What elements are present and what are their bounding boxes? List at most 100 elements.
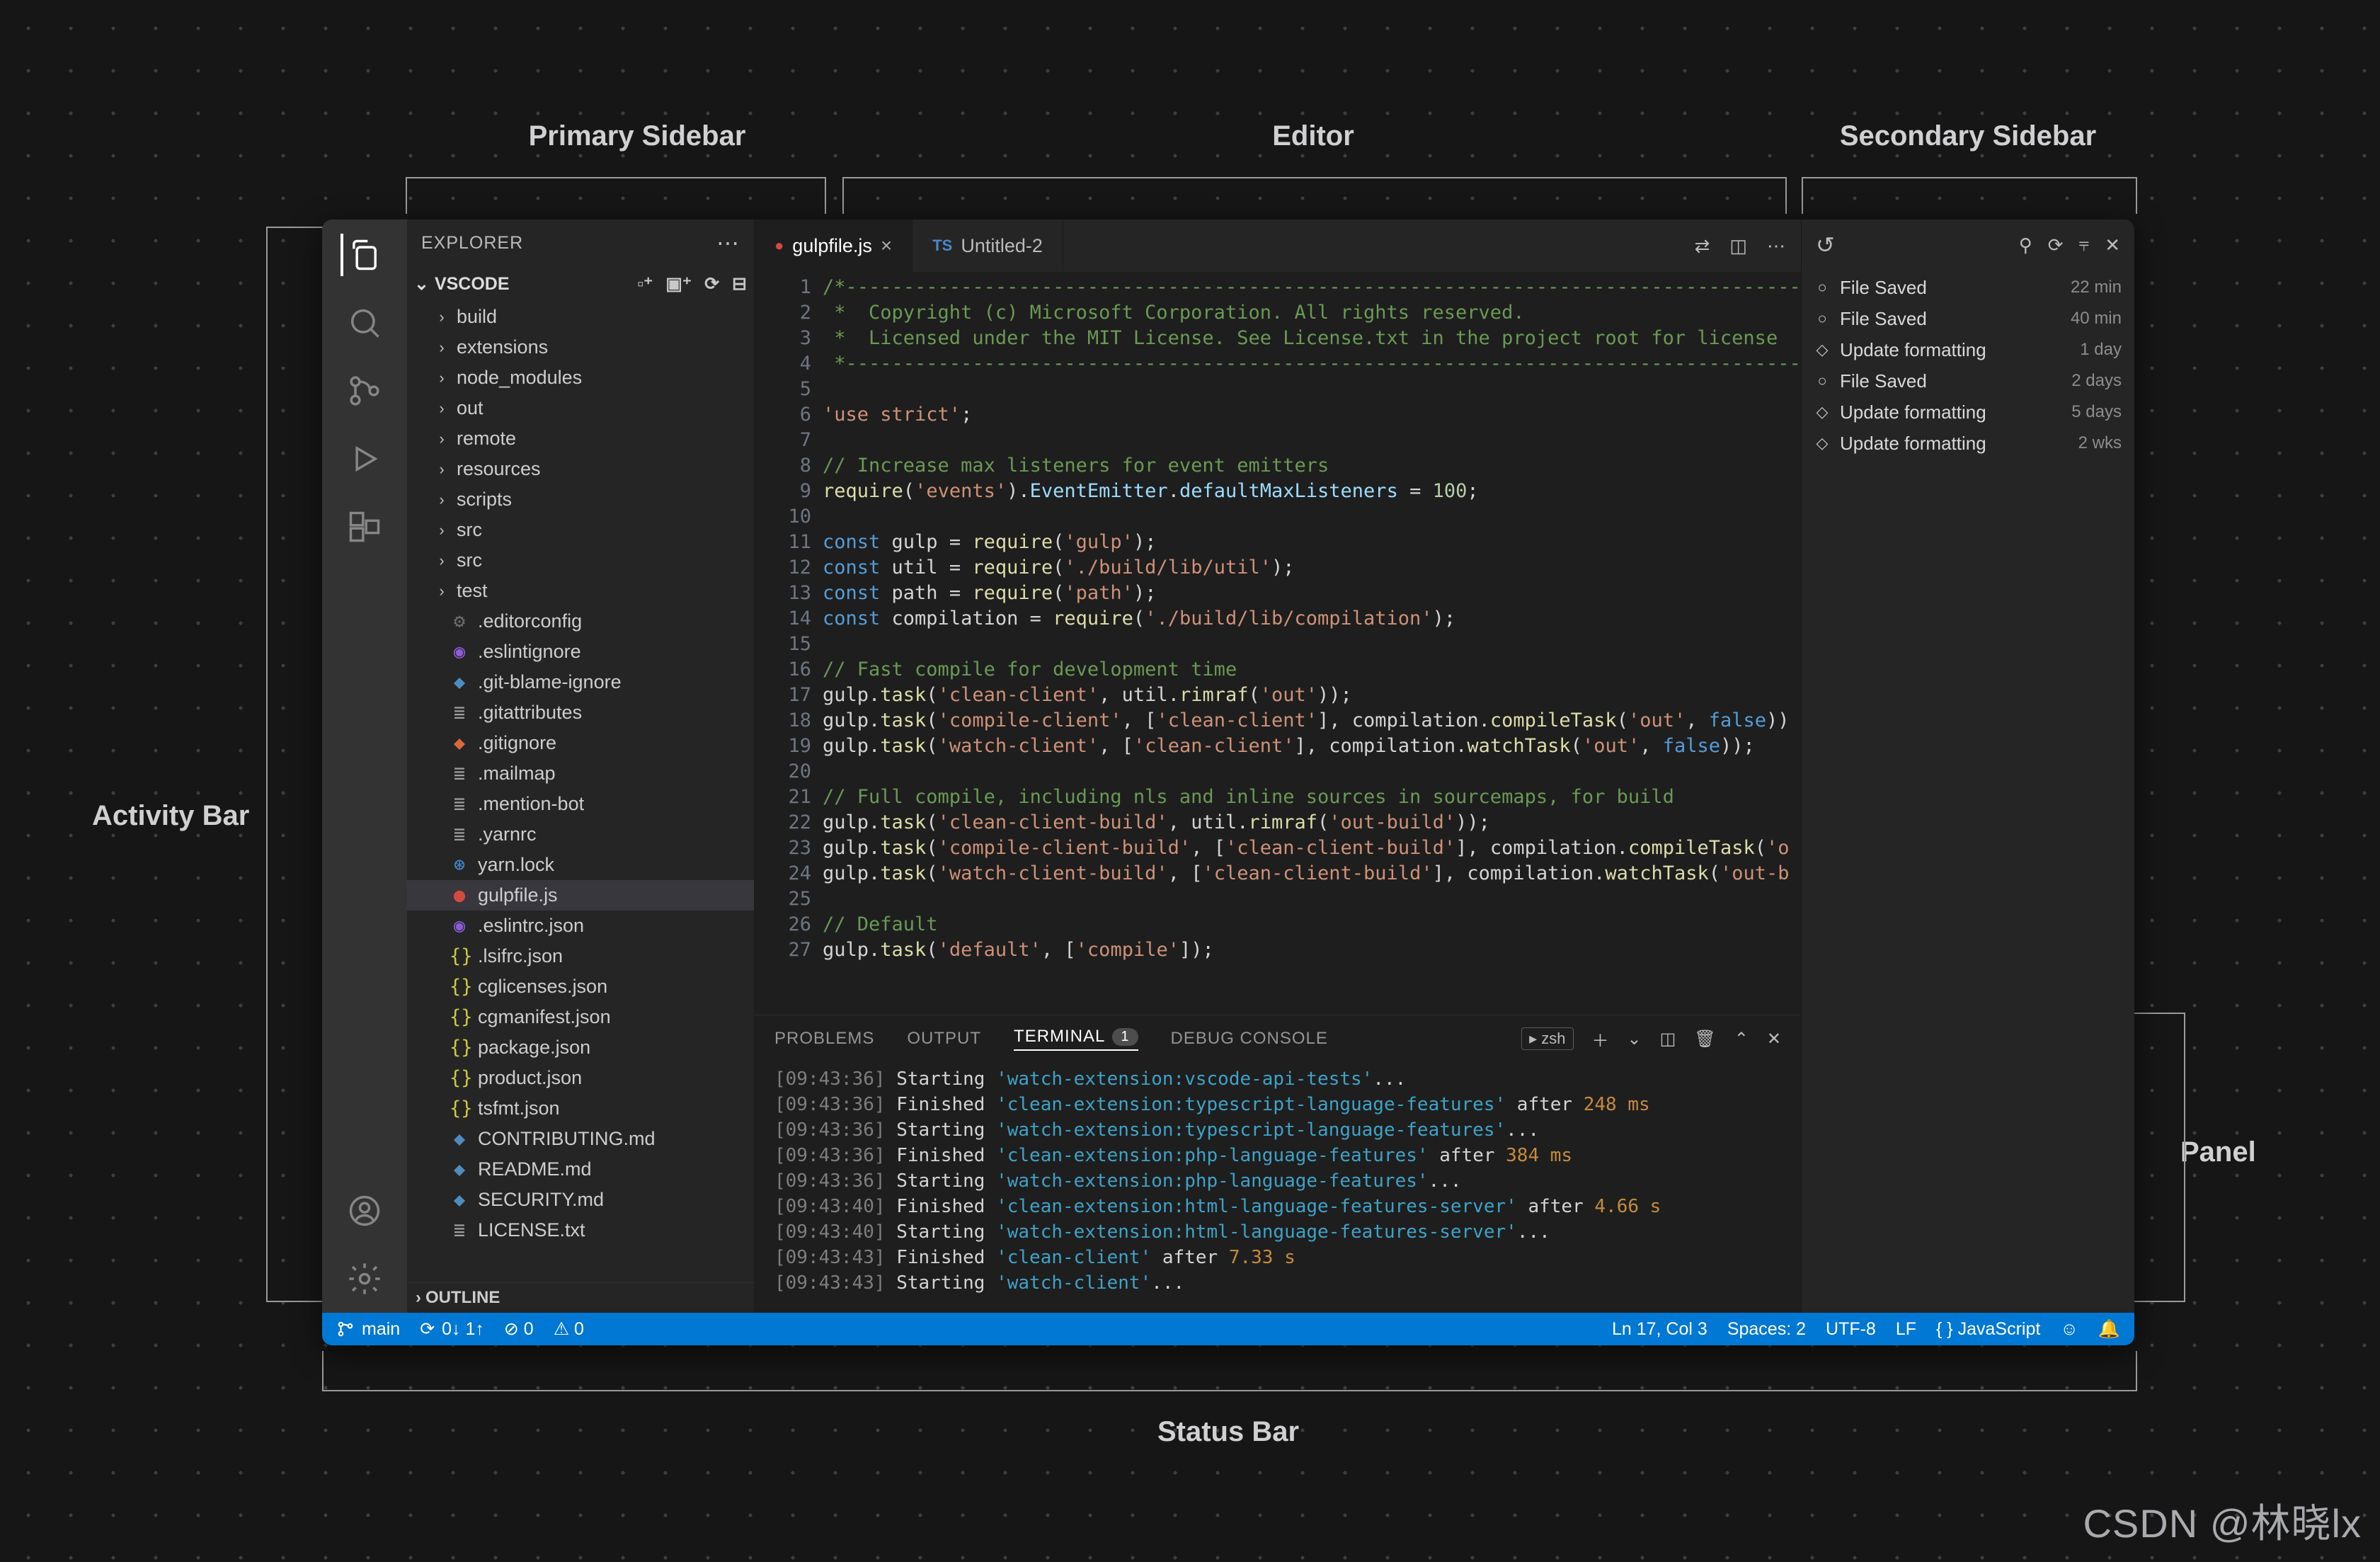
split-editor-icon[interactable]: ◫ [1729,235,1747,257]
file-type-icon: ⊛ [450,854,469,876]
folder-row[interactable]: ›test [407,576,754,606]
run-debug-icon[interactable] [343,438,386,480]
source-control-icon[interactable] [343,370,386,412]
file-type-icon: ◆ [450,1189,469,1211]
folder-label: src [457,519,482,541]
timeline-item[interactable]: ◇Update formatting2 wks [1814,428,2122,459]
new-terminal-icon[interactable]: ＋ [1592,1027,1609,1051]
file-row[interactable]: {}cgmanifest.json [407,1002,754,1032]
editor-tab[interactable]: TSUntitled-2 [912,220,1063,272]
timeline-item[interactable]: ◇Update formatting1 day [1814,334,2122,365]
pin-icon[interactable]: ⚲ [2019,234,2032,256]
folder-row[interactable]: ›scripts [407,484,754,515]
file-row[interactable]: ◆.gitignore [407,728,754,758]
terminal-profile[interactable]: ▸ zsh [1521,1027,1573,1050]
collapse-icon[interactable]: ⊟ [732,273,747,295]
new-folder-icon[interactable]: ▣⁺ [665,273,692,295]
file-row[interactable]: {}.lsifrc.json [407,941,754,971]
panel-tab[interactable]: TERMINAL1 [1014,1027,1138,1051]
activity-bar [322,220,407,1313]
compare-icon[interactable]: ⇄ [1695,235,1710,257]
panel-maximize-icon[interactable]: ⌃ [1734,1029,1749,1049]
timeline-item[interactable]: ○File Saved40 min [1814,303,2122,334]
file-type-icon: {} [450,1067,469,1089]
file-label: SECURITY.md [478,1189,604,1211]
file-row[interactable]: ◆.git-blame-ignore [407,667,754,697]
file-label: product.json [478,1067,582,1089]
status-sync[interactable]: ⟳ 0↓ 1↑ [420,1318,484,1340]
panel-tab[interactable]: PROBLEMS [774,1029,874,1049]
folder-label: resources [457,458,541,480]
close-secondary-icon[interactable]: ✕ [2105,234,2120,256]
explorer-icon[interactable] [341,234,386,276]
file-row[interactable]: ◉.eslintignore [407,637,754,667]
file-row[interactable]: ●gulpfile.js [407,880,754,911]
file-row[interactable]: ≣.mailmap [407,758,754,789]
settings-gear-icon[interactable] [343,1258,386,1300]
refresh-timeline-icon[interactable]: ⟳ [2048,234,2064,256]
file-row[interactable]: ≣.yarnrc [407,819,754,850]
folder-row[interactable]: ›src [407,515,754,545]
file-row[interactable]: ≣LICENSE.txt [407,1215,754,1245]
status-cursor[interactable]: Ln 17, Col 3 [1612,1319,1707,1340]
code-editor[interactable]: 1234567891011121314151617181920212223242… [755,272,1801,1015]
folder-row[interactable]: ›remote [407,423,754,454]
file-row[interactable]: {}package.json [407,1032,754,1063]
project-section-header[interactable]: ⌄ VSCODE ▫⁺ ▣⁺ ⟳ ⊟ [407,266,754,302]
status-feedback-icon[interactable]: ☺ [2060,1319,2078,1340]
kill-terminal-icon[interactable]: 🗑 [1694,1029,1715,1049]
terminal-dropdown-icon[interactable]: ⌄ [1627,1029,1642,1049]
outline-section[interactable]: › OUTLINE [407,1282,754,1313]
file-row[interactable]: ⚙.editorconfig [407,606,754,637]
timeline-item[interactable]: ◇Update formatting5 days [1814,397,2122,428]
folder-row[interactable]: ›extensions [407,332,754,363]
code-content[interactable]: /*--------------------------------------… [823,272,1801,1015]
file-row[interactable]: ◉.eslintrc.json [407,911,754,941]
extensions-icon[interactable] [343,506,386,548]
status-spaces[interactable]: Spaces: 2 [1727,1319,1806,1340]
more-actions-icon[interactable]: ⋯ [1767,235,1785,257]
file-row[interactable]: {} product.json [407,1063,754,1093]
close-tab-icon[interactable]: × [881,234,892,257]
new-file-icon[interactable]: ▫⁺ [637,273,653,295]
filter-icon[interactable]: ⫧ [2079,234,2090,256]
terminal-output[interactable]: [09:43:36] Starting 'watch-extension:vsc… [755,1062,1801,1313]
accounts-icon[interactable] [343,1190,386,1232]
file-tree[interactable]: ›build›extensions›node_modules›out›remot… [407,302,754,1282]
search-icon[interactable] [343,302,386,344]
status-language[interactable]: { } JavaScript [1936,1319,2040,1340]
folder-row[interactable]: ›src [407,545,754,576]
panel-tab[interactable]: OUTPUT [907,1029,981,1049]
file-row[interactable]: ⊛yarn.lock [407,850,754,880]
status-branch[interactable]: main [336,1319,400,1340]
chevron-right-icon: › [435,460,448,479]
file-label: .yarnrc [478,823,537,845]
refresh-icon[interactable]: ⟳ [704,273,719,295]
file-row[interactable]: ≣.mention-bot [407,789,754,819]
file-row[interactable]: ◆CONTRIBUTING.md [407,1124,754,1154]
folder-row[interactable]: ›out [407,393,754,423]
timeline-history-icon[interactable]: ↺ [1816,232,1835,258]
file-row[interactable]: {}cglicenses.json [407,971,754,1002]
file-label: .mention-bot [478,793,584,815]
file-row[interactable]: ◆ SECURITY.md [407,1185,754,1215]
folder-row[interactable]: › resources [407,454,754,484]
folder-row[interactable]: ›build [407,302,754,332]
folder-row[interactable]: ›node_modules [407,363,754,393]
file-row[interactable]: {}tsfmt.json [407,1093,754,1124]
file-row[interactable]: ≣.gitattributes [407,697,754,728]
file-row[interactable]: ◆README.md [407,1154,754,1185]
editor-tab[interactable]: ●gulpfile.js× [755,220,912,272]
panel-tab[interactable]: DEBUG CONSOLE [1171,1029,1328,1049]
file-label: LICENSE.txt [478,1219,585,1241]
status-eol[interactable]: LF [1896,1319,1916,1340]
status-encoding[interactable]: UTF-8 [1826,1319,1876,1340]
timeline-item[interactable]: ○File Saved2 days [1814,365,2122,397]
status-warnings[interactable]: ⚠ 0 [554,1318,584,1340]
panel-close-icon[interactable]: ✕ [1767,1029,1781,1049]
split-terminal-icon[interactable]: ◫ [1660,1029,1676,1049]
status-errors[interactable]: ⊘ 0 [504,1318,534,1340]
timeline-item[interactable]: ○File Saved22 min [1814,272,2122,303]
explorer-more-icon[interactable]: ⋯ [716,229,740,256]
status-bell-icon[interactable]: 🔔 [2098,1319,2120,1340]
